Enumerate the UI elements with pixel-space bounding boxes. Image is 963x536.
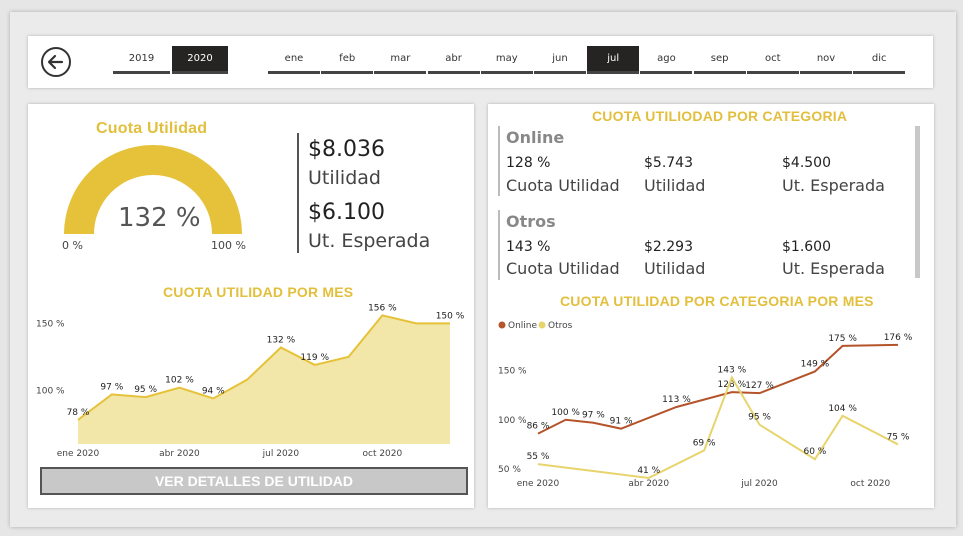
y-tick-label: 50 % xyxy=(498,465,521,475)
esperada-value: $6.100 xyxy=(308,200,385,225)
line-chart-title: CUOTA UTILIDAD POR CATEGORIA POR MES xyxy=(560,293,874,309)
online-cuota-label: Cuota Utilidad xyxy=(506,176,620,195)
month-slicer-feb[interactable]: feb xyxy=(321,46,374,74)
data-label: 104 % xyxy=(828,404,857,414)
category-name-otros: Otros xyxy=(506,212,556,231)
back-button[interactable] xyxy=(41,47,71,77)
gauge-chart xyxy=(64,145,242,234)
categoria-panel: CUOTA UTILIODAD POR CATEGORIA Online 128… xyxy=(488,104,934,508)
x-tick-label: ene 2020 xyxy=(57,449,100,459)
gauge-value: 132 % xyxy=(118,203,201,233)
data-label: 97 % xyxy=(100,382,123,392)
month-slicer-sep[interactable]: sep xyxy=(693,46,746,74)
data-label: 132 % xyxy=(267,336,296,346)
online-esperada: $4.500 xyxy=(782,155,831,171)
data-label: 69 % xyxy=(693,438,716,448)
data-label: 86 % xyxy=(527,422,550,432)
data-label: 102 % xyxy=(165,376,194,386)
month-slicer-nov[interactable]: nov xyxy=(800,46,852,74)
utilidad-value: $8.036 xyxy=(308,137,385,162)
month-slicer-may[interactable]: may xyxy=(480,46,533,74)
kpi-divider xyxy=(297,133,299,253)
month-slicer-ago[interactable]: ago xyxy=(640,46,693,74)
data-label: 149 % xyxy=(801,359,830,369)
area-chart-title: CUOTA UTILIDAD POR MES xyxy=(163,284,354,300)
otros-esperada-label: Ut. Esperada xyxy=(782,259,885,278)
data-label: 113 % xyxy=(662,395,691,405)
x-tick-label: abr 2020 xyxy=(159,449,200,459)
x-tick-label: jul 2020 xyxy=(740,479,778,489)
category-name-online: Online xyxy=(506,128,565,147)
scrollbar[interactable] xyxy=(915,126,920,278)
online-divider xyxy=(498,126,500,196)
data-label: 156 % xyxy=(368,303,397,313)
online-utilidad: $5.743 xyxy=(644,155,693,171)
area-fill xyxy=(78,315,450,444)
y-tick-label: 150 % xyxy=(36,319,65,329)
data-label: 97 % xyxy=(582,411,605,421)
otros-utilidad-label: Utilidad xyxy=(644,259,706,278)
otros-esperada: $1.600 xyxy=(782,239,831,255)
cuota-utilidad-panel: Cuota Utilidad 132 % 0 % 100 % $8.036 Ut… xyxy=(28,104,474,508)
data-label: 175 % xyxy=(828,334,857,344)
data-label: 95 % xyxy=(748,413,771,423)
data-label: 150 % xyxy=(436,311,465,321)
y-tick-label: 150 % xyxy=(498,367,527,377)
month-slicer-mar[interactable]: mar xyxy=(374,46,427,74)
month-slicer-dic[interactable]: dic xyxy=(853,46,906,74)
data-label: 41 % xyxy=(637,466,660,476)
otros-utilidad: $2.293 xyxy=(644,239,693,255)
month-slicer-ene[interactable]: ene xyxy=(268,46,320,74)
month-slicer-jul[interactable]: jul xyxy=(587,46,640,74)
month-slicer-oct[interactable]: oct xyxy=(746,46,799,74)
esperada-label: Ut. Esperada xyxy=(308,230,431,252)
y-tick-label: 100 % xyxy=(498,416,527,426)
data-label: 91 % xyxy=(610,417,633,427)
ver-detalles-button[interactable]: VER DETALLES DE UTILIDAD xyxy=(40,467,468,495)
legend-online-marker xyxy=(498,321,506,329)
x-tick-label: oct 2020 xyxy=(362,449,402,459)
cuota-categoria-mes-chart: Online Otros150 %100 %50 %86 %100 % 97 %91… xyxy=(498,321,913,489)
arrow-left-icon xyxy=(47,54,64,70)
y-tick-label: 100 % xyxy=(36,386,65,396)
data-label: 55 % xyxy=(527,452,550,462)
x-tick-label: ene 2020 xyxy=(517,479,560,489)
otros-cuota-label: Cuota Utilidad xyxy=(506,259,620,278)
month-slicer-abr[interactable]: abr xyxy=(427,46,480,74)
data-label: 60 % xyxy=(803,447,826,457)
categoria-title: CUOTA UTILIODAD POR CATEGORIA xyxy=(592,108,848,124)
online-esperada-label: Ut. Esperada xyxy=(782,176,885,195)
data-label: 119 % xyxy=(300,353,329,363)
data-label: 176 % xyxy=(884,333,913,343)
data-label: 127 % xyxy=(745,381,774,391)
otros-divider xyxy=(498,210,500,280)
data-label: 75 % xyxy=(887,432,910,442)
data-label: 143 % xyxy=(718,365,747,375)
online-utilidad-label: Utilidad xyxy=(644,176,706,195)
data-label: 94 % xyxy=(202,386,225,396)
utilidad-label: Utilidad xyxy=(308,167,381,189)
legend-online: Online xyxy=(508,321,537,331)
x-tick-label: abr 2020 xyxy=(628,479,669,489)
legend-otros-marker xyxy=(538,321,546,329)
series-line-otros xyxy=(537,375,899,479)
data-label: 100 % xyxy=(551,408,580,418)
data-label: 128 % xyxy=(718,380,747,390)
gauge-max-label: 100 % xyxy=(211,239,246,252)
x-tick-label: jul 2020 xyxy=(262,449,300,459)
online-cuota: 128 % xyxy=(506,155,551,171)
cuota-por-mes-chart: 150 % 100 % 78 % 97 % 95 % 102 % 94 % 132 % 119 … xyxy=(36,303,465,459)
year-slicer-2020[interactable]: 2020 xyxy=(172,46,228,74)
gauge-min-label: 0 % xyxy=(62,239,83,252)
gauge-title: Cuota Utilidad xyxy=(96,120,208,137)
x-tick-label: oct 2020 xyxy=(850,479,890,489)
legend-otros: Otros xyxy=(548,321,573,331)
data-label: 95 % xyxy=(134,385,157,395)
month-slicer-jun[interactable]: jun xyxy=(534,46,586,74)
otros-cuota: 143 % xyxy=(506,239,551,255)
data-label: 78 % xyxy=(67,408,90,418)
filter-bar: 2019 2020 ene feb mar abr may jun jul ago sep oct… xyxy=(28,36,933,88)
year-slicer-2019[interactable]: 2019 xyxy=(113,46,170,74)
